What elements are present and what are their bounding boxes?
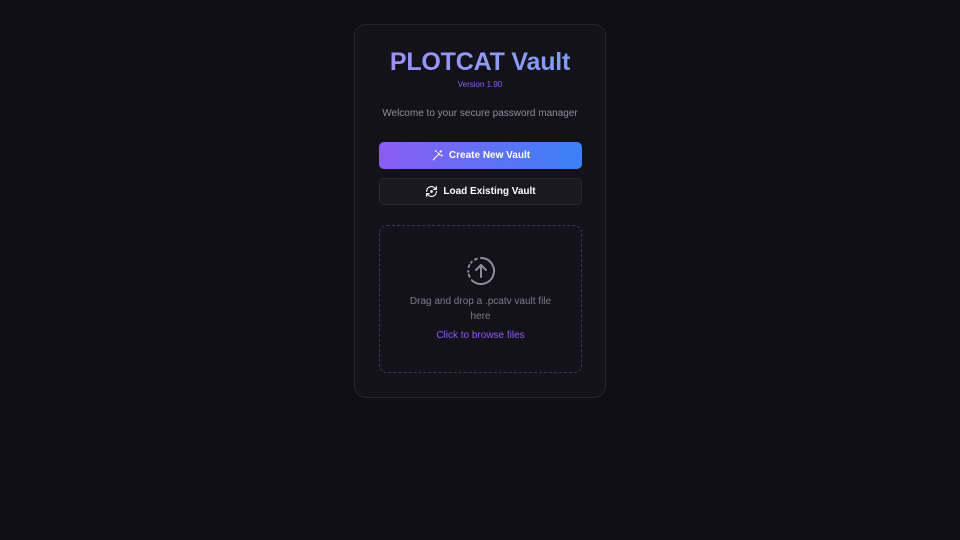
vault-card: PLOTCAT Vault Version 1.90 Welcome to yo… (354, 24, 606, 398)
create-vault-button[interactable]: Create New Vault (379, 142, 582, 169)
upload-arrow-circle-icon (465, 255, 497, 287)
app-title: PLOTCAT Vault (355, 48, 605, 77)
browse-files-link[interactable]: Click to browse files (380, 330, 581, 341)
load-vault-button[interactable]: Load Existing Vault (379, 178, 582, 205)
refresh-eye-icon (425, 185, 438, 198)
version-label: Version 1.90 (457, 80, 503, 89)
magic-wand-icon (431, 149, 444, 162)
welcome-text: Welcome to your secure password manager (382, 108, 578, 119)
dropzone-text: Drag and drop a .pcatv vault file here (409, 296, 552, 322)
create-vault-label: Create New Vault (448, 150, 531, 161)
file-dropzone[interactable]: Drag and drop a .pcatv vault file here C… (379, 225, 582, 373)
load-vault-label: Load Existing Vault (443, 186, 536, 197)
